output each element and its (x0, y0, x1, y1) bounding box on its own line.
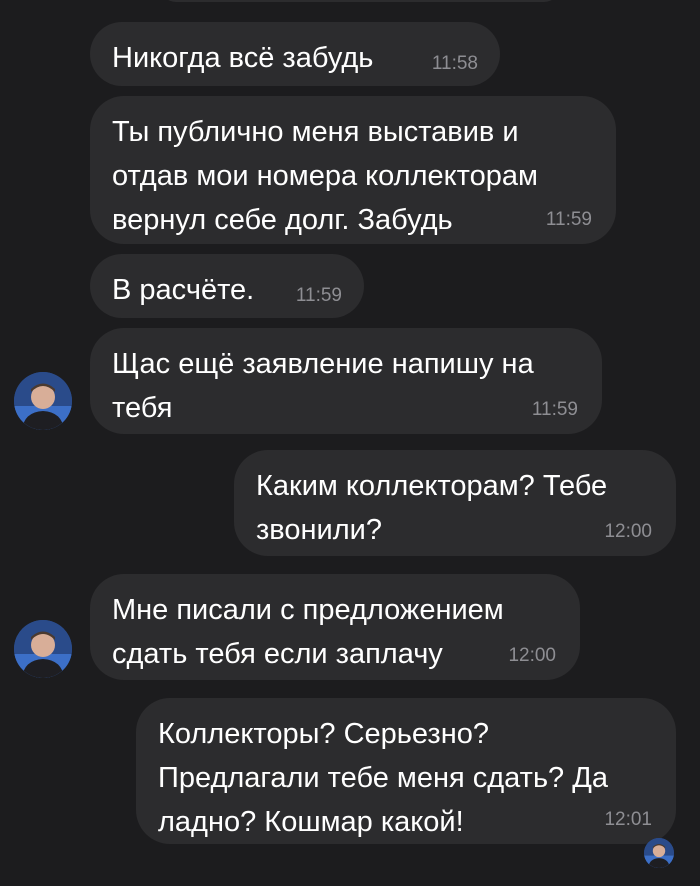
message-text: Каким коллекторам? Тебе звонили? (256, 470, 608, 546)
avatar-icon (644, 838, 674, 868)
message-time: 12:01 (604, 809, 652, 830)
message-bubble-incoming[interactable]: В расчёте. 11:59 (90, 254, 364, 318)
message-bubble-incoming[interactable]: Никогда всё забудь 11:58 (90, 22, 500, 86)
contact-avatar[interactable] (14, 372, 72, 430)
message-time: 11:59 (531, 399, 578, 420)
message-text: Коллекторы? Серьезно? Предлагали тебе ме… (158, 718, 609, 838)
avatar-icon (14, 620, 72, 678)
contact-avatar[interactable] (14, 620, 72, 678)
message-time: 11:58 (431, 53, 478, 74)
message-time: 11:59 (545, 209, 592, 230)
message-time: 11:59 (295, 285, 342, 306)
message-time: 12:00 (604, 521, 652, 542)
message-time: 12:00 (508, 645, 556, 666)
message-text: Мне писали с предложением сдать тебя есл… (112, 594, 504, 670)
previous-message-edge (160, 0, 560, 2)
message-bubble-incoming[interactable]: Ты публично меня выставив и отдав мои но… (90, 96, 616, 244)
message-bubble-outgoing[interactable]: Коллекторы? Серьезно? Предлагали тебе ме… (136, 698, 676, 844)
message-text: Щас ещё заявление напишу на тебя (112, 348, 534, 424)
message-text: Ты публично меня выставив и отдав мои но… (112, 116, 538, 236)
message-bubble-incoming[interactable]: Мне писали с предложением сдать тебя есл… (90, 574, 580, 680)
read-receipt-avatar (644, 838, 674, 868)
avatar-icon (14, 372, 72, 430)
message-text: Никогда всё забудь (112, 42, 374, 74)
message-bubble-outgoing[interactable]: Каким коллекторам? Тебе звонили? 12:00 (234, 450, 676, 556)
message-bubble-incoming[interactable]: Щас ещё заявление напишу на тебя 11:59 (90, 328, 602, 434)
